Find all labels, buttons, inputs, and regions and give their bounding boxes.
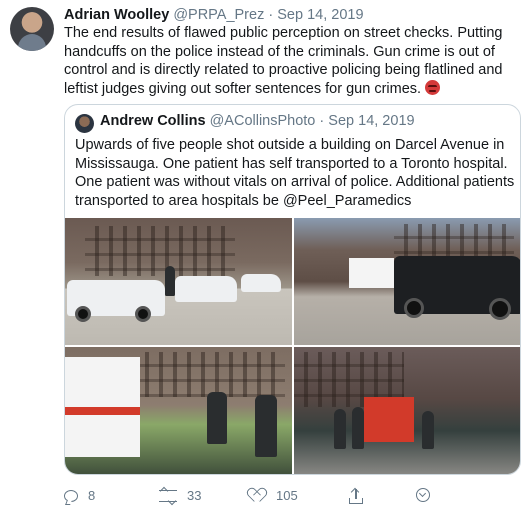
car-wheel [489,298,511,320]
separator-dot: · [268,7,274,23]
police-car [241,274,281,292]
tweet-text: The end results of flawed public percept… [64,24,520,98]
firefighter-figure [352,407,364,449]
heart-icon [250,489,266,503]
fire-truck [364,397,414,442]
quoted-author-name[interactable]: Andrew Collins [100,113,206,129]
firefighter-figure [422,411,434,449]
media-grid [65,218,520,474]
ambulance [349,258,394,288]
retweet-count: 33 [187,488,202,503]
reply-button[interactable]: 8 [64,488,95,503]
photo-police-cars[interactable] [65,218,292,345]
author-handle[interactable]: @PRPA_Prez [173,7,264,23]
reply-count: 8 [88,488,96,503]
officer-figure [165,266,175,296]
photo-ambulance-officers[interactable] [65,347,292,474]
quoted-author-avatar[interactable] [75,114,94,133]
quoted-author-handle[interactable]: @ACollinsPhoto [210,113,316,129]
quoted-tweet-card[interactable]: Andrew Collins @ACollinsPhoto · Sep 14, … [64,104,521,475]
car-wheel [135,306,151,322]
like-button[interactable]: 105 [250,488,298,503]
more-options-button[interactable] [416,488,430,502]
share-icon [349,487,363,504]
building-windows [135,352,285,397]
reply-icon [64,490,78,502]
quoted-tweet-date[interactable]: Sep 14, 2019 [328,113,414,129]
author-avatar[interactable] [10,7,54,51]
retweet-icon [159,489,177,502]
firefighter-figure [334,409,346,449]
car-wheel [75,306,91,322]
officer-figure [207,392,227,444]
angry-face-icon [425,79,441,95]
author-name[interactable]: Adrian Woolley [64,7,169,23]
police-car [175,276,237,302]
ambulance-stripe [65,407,140,415]
like-count: 105 [276,488,298,503]
quoted-tweet-header: Andrew Collins @ACollinsPhoto · Sep 14, … [100,113,415,129]
tweet-actions: 8 33 105 [64,487,464,508]
chevron-down-icon [416,488,430,502]
quoted-tweet-text: Upwards of five people shot outside a bu… [75,137,515,209]
quoted-separator-dot: · [319,113,325,129]
retweet-button[interactable]: 33 [159,488,201,503]
officer-figure [255,395,277,457]
share-button[interactable] [349,487,363,504]
photo-emergency-vehicles[interactable] [294,218,520,345]
photo-firefighters[interactable] [294,347,520,474]
car-wheel [404,298,424,318]
tweet-header: Adrian Woolley @PRPA_Prez · Sep 14, 2019 [64,7,364,23]
tweet-date[interactable]: Sep 14, 2019 [277,7,363,23]
building-windows [85,226,235,276]
